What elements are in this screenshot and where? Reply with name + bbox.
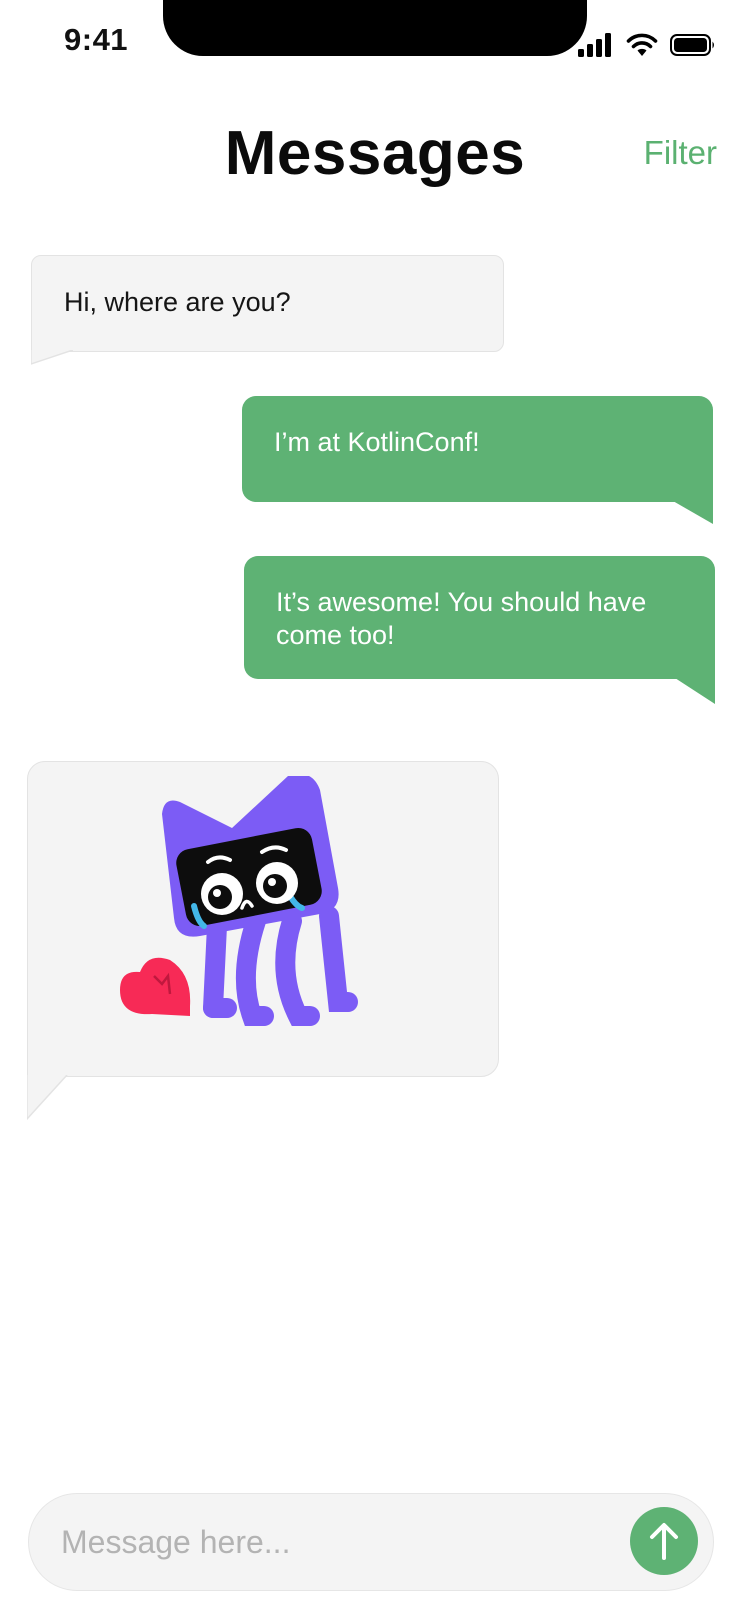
message-composer [28,1493,714,1591]
bubble-tail [26,1075,68,1121]
filter-button[interactable]: Filter [644,134,717,172]
crying-mascot-sticker-icon [120,776,358,1026]
message-bubble-incoming[interactable]: Hi, where are you? [30,255,504,365]
status-time: 9:41 [64,22,129,57]
message-bubble-outgoing[interactable]: I’m at KotlinConf! [242,396,713,524]
bubble-tail [673,501,713,524]
device-notch [163,0,587,56]
page-title: Messages [224,119,526,188]
message-text: It’s awesome! You should have come too! [276,587,647,650]
message-bubble-outgoing[interactable]: It’s awesome! You should have come too! [244,556,715,704]
status-icons [578,30,716,60]
arrow-up-icon [650,1523,678,1560]
message-input[interactable] [59,1494,603,1591]
bubble-tail [30,350,73,365]
message-text: I’m at KotlinConf! [274,427,480,457]
wifi-icon [626,33,658,56]
message-bubble-sticker[interactable] [26,761,499,1121]
message-text: Hi, where are you? [64,287,291,317]
status-bar: 9:41 [0,0,750,100]
battery-icon [670,34,714,56]
signal-icon [578,33,611,57]
bubble-tail [675,678,715,704]
send-button[interactable] [630,1507,698,1575]
